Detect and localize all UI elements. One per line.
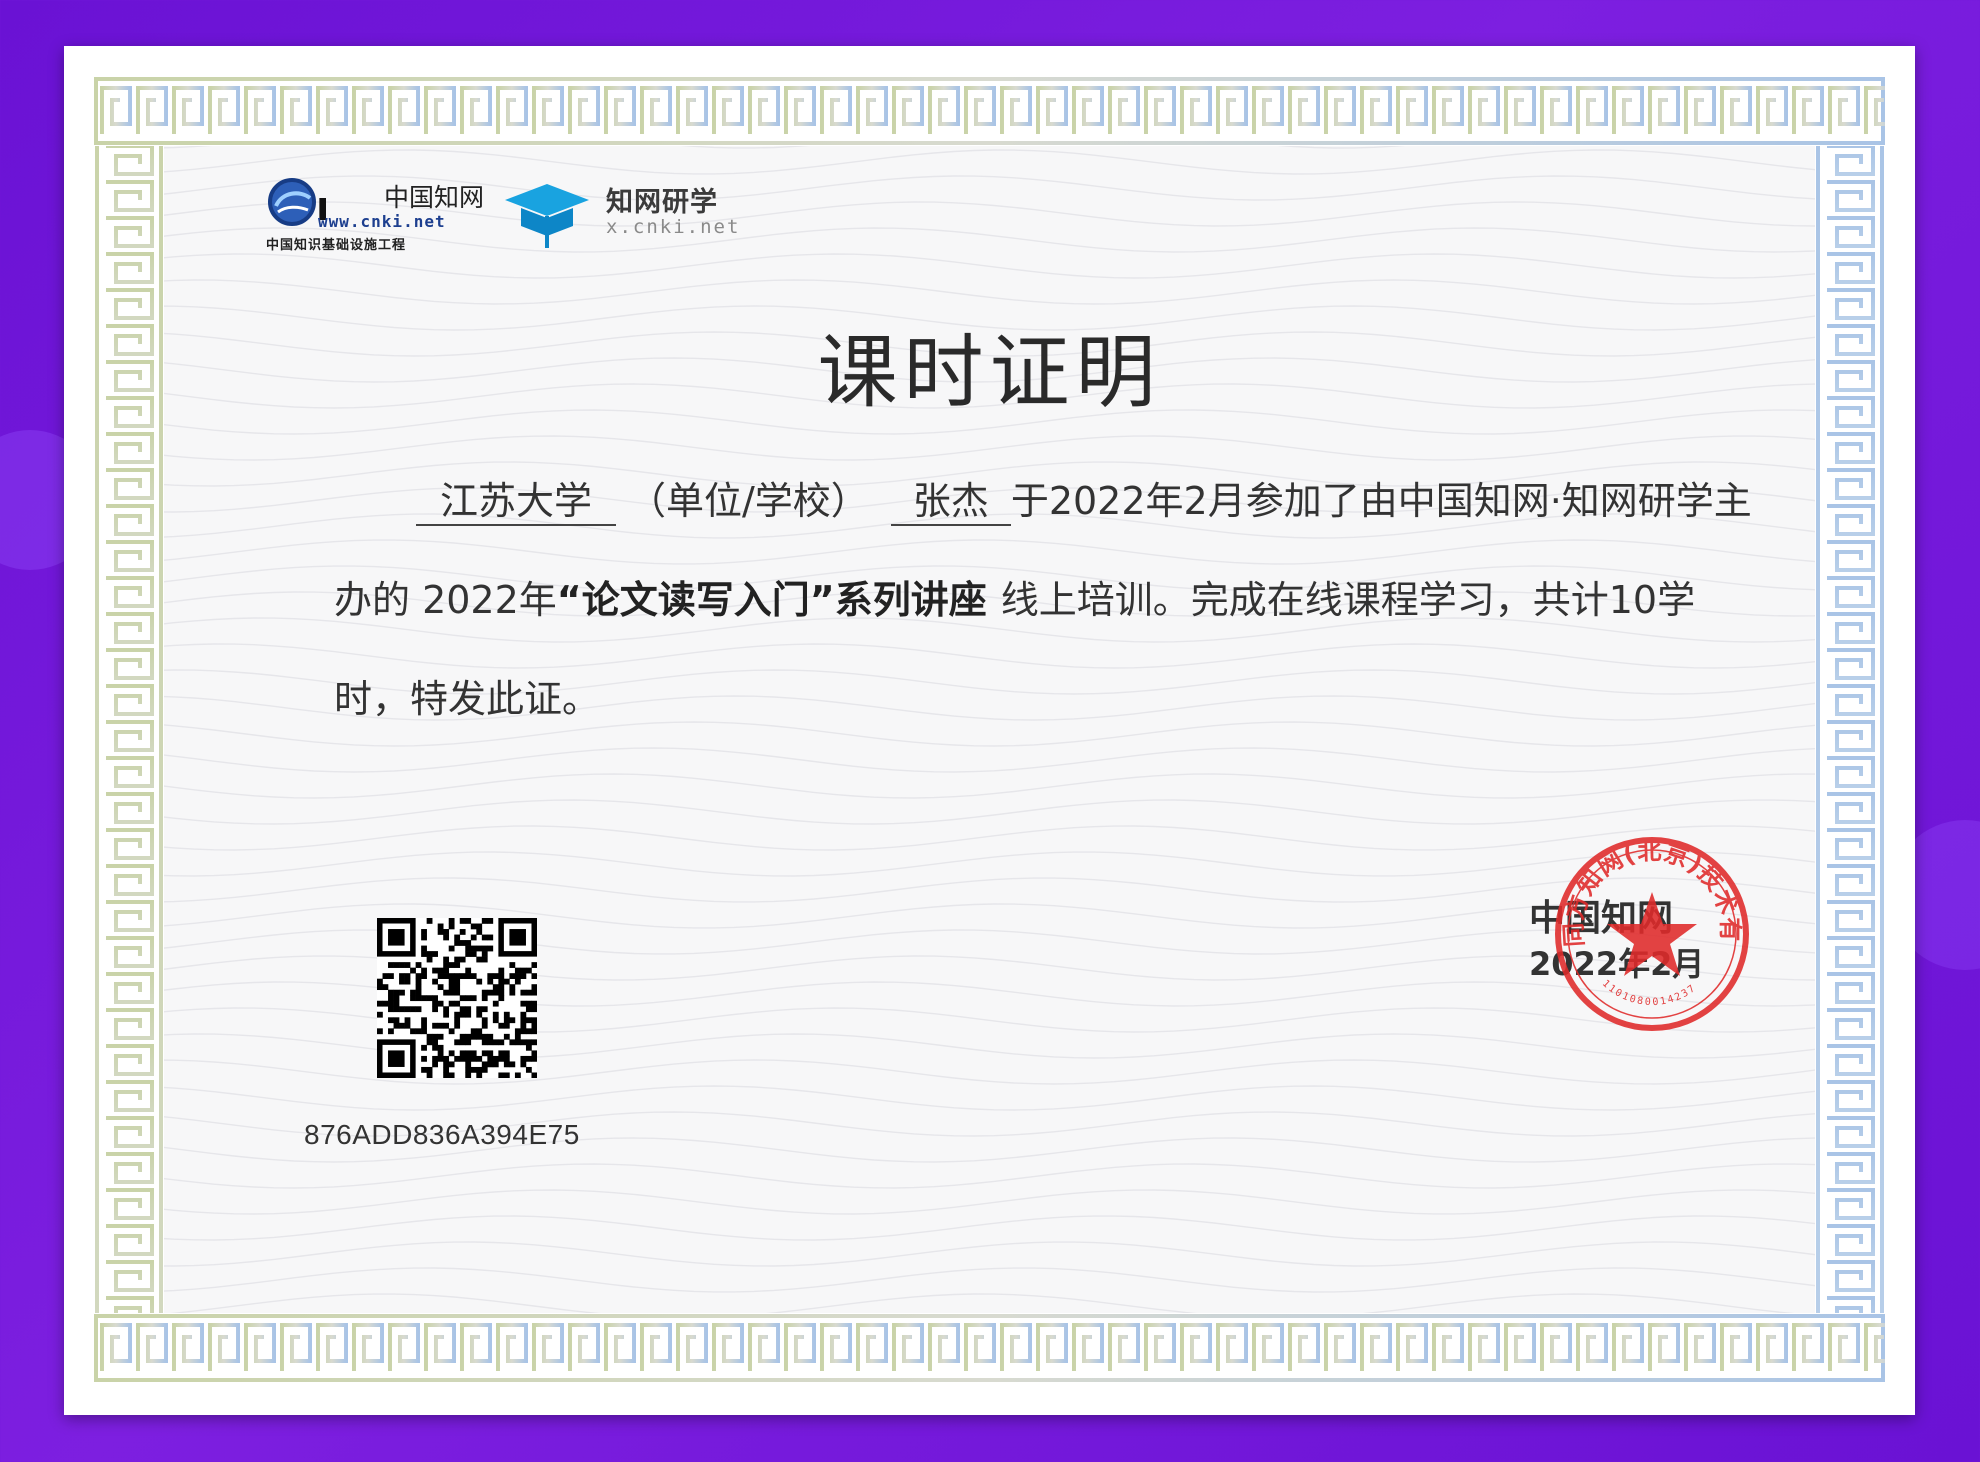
school-field: 江苏大学 — [416, 479, 616, 526]
seal-number: 1101080014237 — [1600, 978, 1697, 1008]
cnki-chinese-name: 中国知网 — [384, 183, 485, 212]
yanxue-name: 知网研学 — [606, 187, 718, 218]
official-seal-icon: 同方知网(北京)技术有限公司 1101080014237 — [1552, 834, 1749, 1031]
greek-key-border — [94, 76, 1885, 1383]
body-line-1: 江苏大学 （单位/学校） 张杰 于2022年2月参加了由中国知网·知网研学主 — [334, 470, 1774, 526]
svg-text:1101080014237: 1101080014237 — [1600, 978, 1699, 1008]
certificate-paper — [94, 76, 1885, 1383]
certificate-title: 课时证明 — [817, 326, 1162, 419]
body-line-2: 办的 2022年“论文读写入门”系列讲座 线上培训。完成在线课程学习，共计10学 — [334, 569, 1774, 624]
body-line-3: 时，特发此证。 — [334, 668, 1774, 723]
cnki-url: www.cnki.net — [318, 212, 446, 231]
line2-prefix: 办的 2022年 — [334, 578, 557, 622]
logo-group: nKi 中国知网 www.cnki.net 中国知识基础设施工程 知网研学 x.… — [266, 176, 746, 256]
yanxue-url: x.cnki.net — [606, 216, 741, 238]
qr-code-icon — [377, 918, 537, 1078]
graduation-cap-icon — [505, 184, 589, 248]
cnki-subtitle: 中国知识基础设施工程 — [266, 238, 407, 253]
cnki-logo-icon: nKi — [268, 178, 326, 230]
line2-text: 线上培训。完成在线课程学习，共计10学 — [1000, 578, 1696, 622]
certificate-frame: nKi 中国知网 www.cnki.net 中国知识基础设施工程 知网研学 x.… — [64, 46, 1915, 1415]
certificate-code: 876ADD836A394E75 — [304, 1119, 580, 1150]
course-name: “论文读写入门”系列讲座 — [556, 578, 987, 622]
line1-text: 于2022年2月参加了由中国知网·知网研学主 — [1010, 479, 1752, 523]
school-suffix: （单位/学校） — [628, 479, 869, 523]
line3-text: 时，特发此证。 — [334, 677, 601, 721]
name-field: 张杰 — [890, 479, 1011, 526]
